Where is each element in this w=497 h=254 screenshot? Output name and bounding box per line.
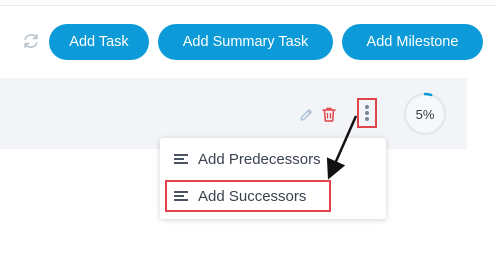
list-lines-icon	[174, 191, 188, 201]
add-task-button[interactable]: Add Task	[49, 24, 149, 60]
trash-icon[interactable]	[321, 106, 337, 123]
pencil-icon[interactable]	[298, 107, 314, 123]
add-summary-task-button[interactable]: Add Summary Task	[158, 24, 333, 60]
menu-item-label: Add Predecessors	[198, 150, 321, 168]
kebab-menu-icon[interactable]	[357, 98, 377, 128]
add-milestone-button[interactable]: Add Milestone	[342, 24, 483, 60]
top-divider	[0, 0, 497, 6]
list-lines-icon	[174, 154, 188, 164]
add-successors-menu-item[interactable]: Add Successors	[160, 179, 386, 213]
menu-item-label: Add Successors	[198, 187, 307, 205]
add-predecessors-menu-item[interactable]: Add Predecessors	[160, 142, 386, 176]
row-actions-menu: Add Predecessors Add Successors	[160, 138, 386, 219]
progress-label: 5%	[415, 106, 435, 122]
refresh-icon[interactable]	[21, 31, 41, 51]
